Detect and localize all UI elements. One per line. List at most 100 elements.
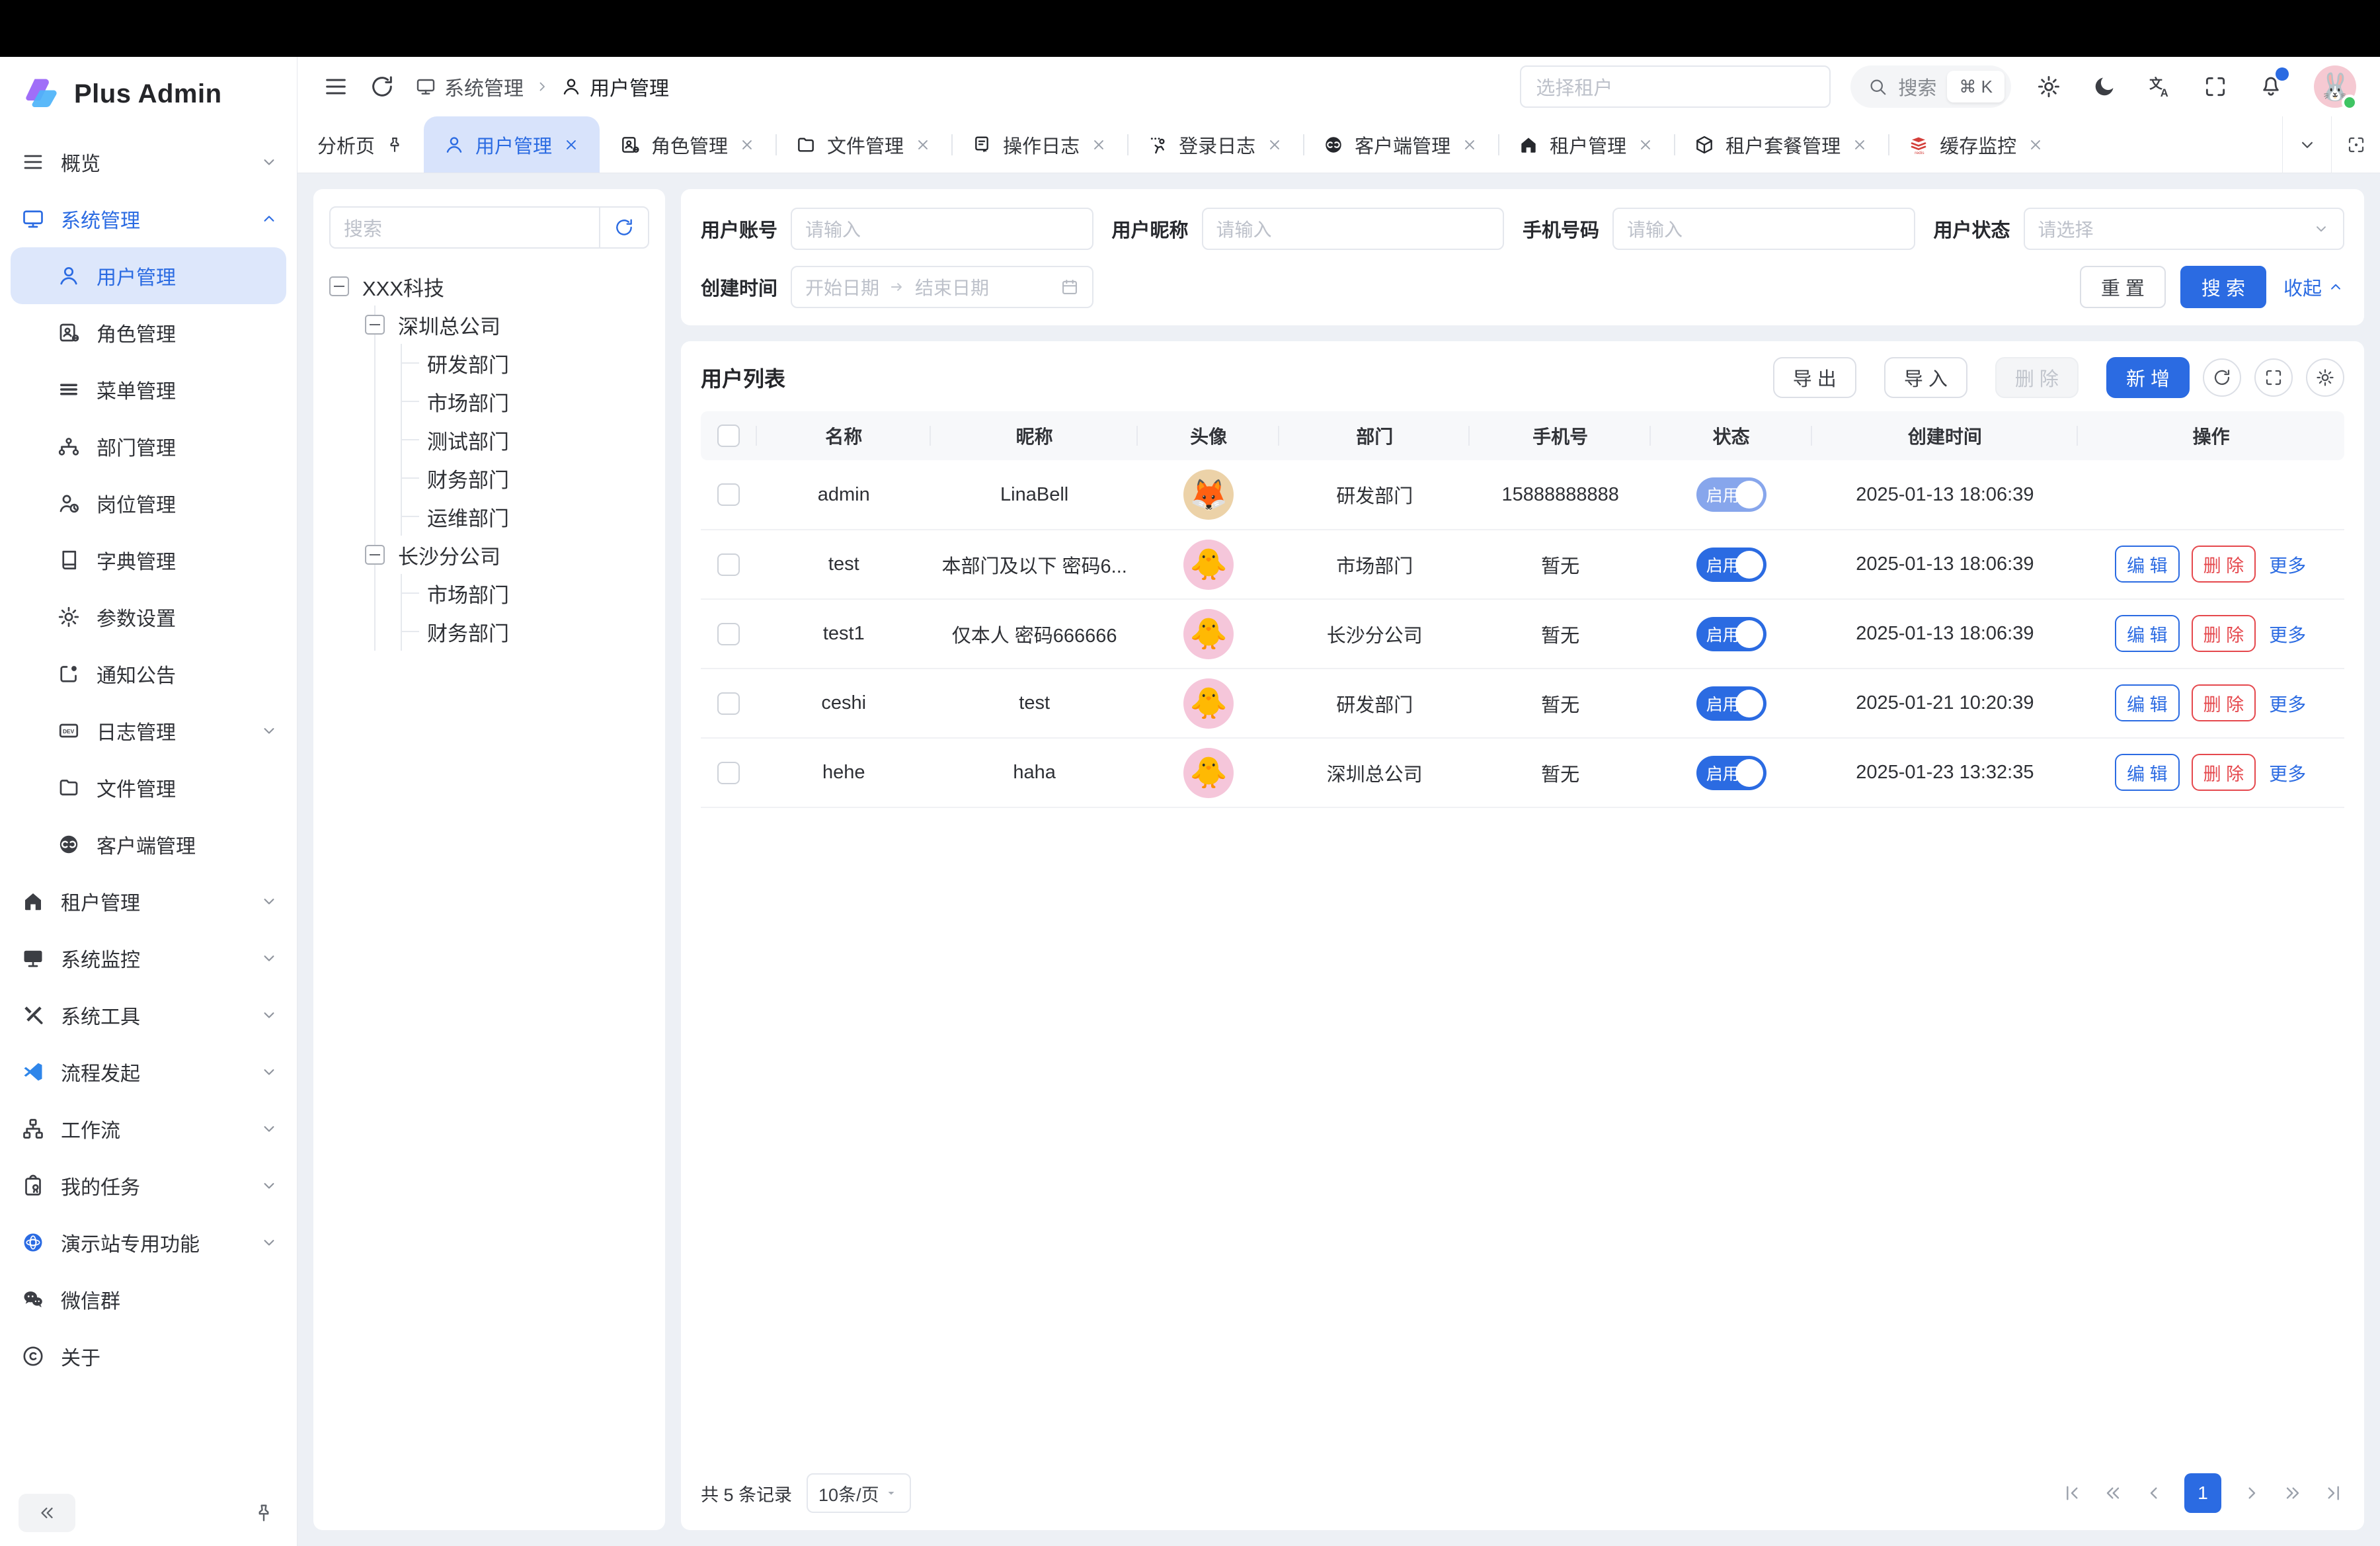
row-checkbox[interactable] <box>717 692 740 715</box>
tab-close-icon[interactable] <box>1266 136 1283 153</box>
tab-close-icon[interactable] <box>1090 136 1107 153</box>
search-button[interactable]: 搜 索 <box>2180 266 2266 308</box>
next-page-button[interactable] <box>2241 1483 2262 1504</box>
row-checkbox[interactable] <box>717 762 740 784</box>
table-settings-button[interactable] <box>2306 358 2344 397</box>
delete-row-button[interactable]: 删 除 <box>2192 546 2256 583</box>
status-toggle[interactable]: 启用 <box>1696 756 1766 790</box>
phone-input[interactable]: 请输入 <box>1612 208 1915 250</box>
breadcrumb-item-system[interactable]: 系统管理 <box>415 72 524 101</box>
tab-分析页[interactable]: 分析页 <box>298 116 424 173</box>
edit-button[interactable]: 编 辑 <box>2115 684 2180 721</box>
dark-mode-moon-icon[interactable] <box>2092 74 2117 99</box>
table-fullscreen-button[interactable] <box>2254 358 2293 397</box>
last-page-button[interactable] <box>2323 1483 2344 1504</box>
row-checkbox[interactable] <box>717 623 740 645</box>
delete-row-button[interactable]: 删 除 <box>2192 684 2256 721</box>
row-checkbox[interactable] <box>717 483 740 506</box>
first-page-button[interactable] <box>2061 1483 2082 1504</box>
sidebar-item-微信群[interactable]: 微信群 <box>0 1271 297 1328</box>
sidebar-item-角色管理[interactable]: 角色管理 <box>0 304 297 361</box>
sidebar-item-通知公告[interactable]: 通知公告 <box>0 645 297 702</box>
sidebar-item-系统管理[interactable]: 系统管理 <box>0 190 297 247</box>
sidebar-item-我的任务[interactable]: 我的任务 <box>0 1157 297 1214</box>
delete-button[interactable]: 删 除 <box>1995 357 2079 398</box>
sidebar-item-系统工具[interactable]: 系统工具 <box>0 987 297 1043</box>
menu-toggle-button[interactable] <box>323 73 349 100</box>
tenant-select-input[interactable]: 选择租户 <box>1520 65 1831 108</box>
account-input[interactable]: 请输入 <box>791 208 1093 250</box>
collapse-filters-link[interactable]: 收起 <box>2283 273 2344 301</box>
tab-租户套餐管理[interactable]: 租户套餐管理 <box>1674 116 1888 173</box>
created-daterange-input[interactable]: 开始日期 结束日期 <box>791 266 1093 308</box>
tree-refresh-button[interactable] <box>599 208 648 247</box>
avatar[interactable]: 🐥 <box>1183 678 1234 729</box>
table-refresh-button[interactable] <box>2203 358 2241 397</box>
sidebar-item-参数设置[interactable]: 参数设置 <box>0 589 297 645</box>
add-button[interactable]: 新 增 <box>2106 357 2190 398</box>
tree-collapse-icon[interactable] <box>365 315 385 335</box>
tree-collapse-icon[interactable] <box>365 545 385 565</box>
avatar[interactable]: 🦊 <box>1183 469 1234 520</box>
tree-node-财务部门[interactable]: 财务部门 <box>402 459 649 497</box>
sidebar-item-概览[interactable]: 概览 <box>0 134 297 190</box>
global-search-button[interactable]: 搜索 ⌘ K <box>1850 65 2011 108</box>
prev-page-button[interactable] <box>2143 1483 2164 1504</box>
tab-close-icon[interactable] <box>1461 136 1478 153</box>
tree-node-深圳总公司[interactable]: 深圳总公司 <box>365 305 649 344</box>
tree-collapse-icon[interactable] <box>329 276 349 296</box>
status-toggle[interactable]: 启用 <box>1696 617 1766 651</box>
avatar[interactable]: 🐥 <box>1183 748 1234 798</box>
tab-缓存监控[interactable]: redis缓存监控 <box>1888 116 2064 173</box>
sidebar-item-工作流[interactable]: 工作流 <box>0 1100 297 1157</box>
breadcrumb-item-users[interactable]: 用户管理 <box>561 72 669 101</box>
notifications-button[interactable] <box>2258 73 2283 101</box>
more-button[interactable]: 更多 <box>2268 685 2307 722</box>
sidebar-item-租户管理[interactable]: 租户管理 <box>0 873 297 930</box>
fullscreen-icon[interactable] <box>2203 74 2228 99</box>
more-button[interactable]: 更多 <box>2268 754 2307 792</box>
sidebar-item-关于[interactable]: 关于 <box>0 1328 297 1385</box>
select-all-checkbox[interactable] <box>717 425 740 447</box>
sidebar-item-客户端管理[interactable]: 客户端管理 <box>0 816 297 873</box>
tab-close-icon[interactable] <box>1637 136 1654 153</box>
edit-button[interactable]: 编 辑 <box>2115 754 2180 791</box>
nickname-input[interactable]: 请输入 <box>1202 208 1504 250</box>
tab-用户管理[interactable]: 用户管理 <box>424 116 600 173</box>
jump-back-button[interactable] <box>2102 1483 2123 1504</box>
tab-文件管理[interactable]: 文件管理 <box>775 116 951 173</box>
status-toggle[interactable]: 启用 <box>1696 686 1766 721</box>
tab-close-icon[interactable] <box>563 136 580 153</box>
more-button[interactable]: 更多 <box>2268 546 2307 583</box>
page-size-select[interactable]: 10条/页 <box>807 1473 911 1513</box>
sidebar-item-演示站专用功能[interactable]: 演示站专用功能 <box>0 1214 297 1271</box>
sidebar-item-流程发起[interactable]: 流程发起 <box>0 1043 297 1100</box>
sidebar-pin-button[interactable] <box>249 1498 278 1527</box>
tabs-dropdown-button[interactable] <box>2282 116 2331 173</box>
delete-row-button[interactable]: 删 除 <box>2192 754 2256 791</box>
import-button[interactable]: 导 入 <box>1884 357 1967 398</box>
tab-角色管理[interactable]: 角色管理 <box>600 116 775 173</box>
reset-button[interactable]: 重 置 <box>2080 266 2166 308</box>
export-button[interactable]: 导 出 <box>1773 357 1856 398</box>
status-select[interactable]: 请选择 <box>2024 208 2344 250</box>
status-toggle[interactable]: 启用 <box>1696 477 1766 512</box>
refresh-page-button[interactable] <box>369 73 395 100</box>
tab-close-icon[interactable] <box>738 136 756 153</box>
sidebar-item-字典管理[interactable]: 字典管理 <box>0 532 297 589</box>
tab-登录日志[interactable]: 登录日志 <box>1127 116 1303 173</box>
current-page-button[interactable]: 1 <box>2184 1473 2221 1513</box>
tree-node-市场部门[interactable]: 市场部门 <box>402 574 649 612</box>
settings-gear-icon[interactable] <box>2036 74 2061 99</box>
sidebar-item-岗位管理[interactable]: 岗位管理 <box>0 475 297 532</box>
sidebar-item-文件管理[interactable]: 文件管理 <box>0 759 297 816</box>
avatar[interactable]: 🐥 <box>1183 609 1234 659</box>
avatar[interactable]: 🐥 <box>1183 540 1234 590</box>
more-button[interactable]: 更多 <box>2268 616 2307 653</box>
tree-node-财务部门[interactable]: 财务部门 <box>402 612 649 651</box>
edit-button[interactable]: 编 辑 <box>2115 615 2180 652</box>
tree-node-长沙分公司[interactable]: 长沙分公司 <box>365 536 649 574</box>
sidebar-collapse-button[interactable] <box>19 1494 75 1532</box>
language-translate-icon[interactable]: 文A <box>2147 74 2172 99</box>
tree-node-研发部门[interactable]: 研发部门 <box>402 344 649 382</box>
